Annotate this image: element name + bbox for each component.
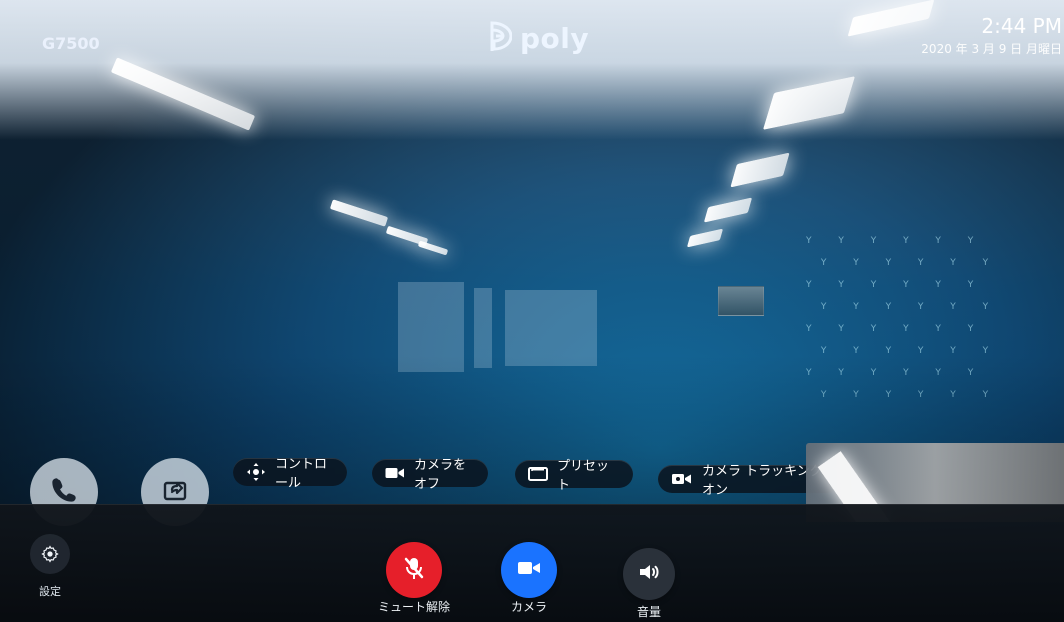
unmute-button[interactable] (386, 542, 442, 598)
brand-name: poly (520, 21, 590, 55)
video-camera-icon (516, 559, 542, 581)
camera-button[interactable] (501, 542, 557, 598)
unmute-label: ミュート解除 (377, 600, 450, 614)
volume-button[interactable] (623, 548, 675, 600)
camera-icon (384, 465, 406, 481)
poly-logo-icon (482, 20, 513, 56)
camera-off-label: カメラをオフ (414, 458, 467, 492)
control-chip[interactable]: コントロール (233, 457, 347, 491)
background-wall (474, 288, 492, 368)
volume-label: 音量 (636, 605, 661, 619)
settings-label: 設定 (39, 585, 61, 598)
preset-chip[interactable]: プリセット (515, 459, 633, 493)
volume-icon (637, 562, 661, 586)
gear-icon (30, 534, 70, 574)
poly-logo: poly (482, 20, 589, 56)
preset-icon (527, 466, 549, 482)
camera-label: カメラ (510, 600, 547, 614)
device-name: G7500 (42, 34, 100, 53)
preset-label: プリセット (557, 459, 610, 493)
camera-off-chip[interactable]: カメラをオフ (372, 458, 488, 492)
clock-date: 2020 年 3 月 9 日 月曜日 (921, 42, 1062, 56)
camera-tracking-icon (670, 471, 694, 487)
background-display (718, 286, 764, 316)
room-system-screen: Y Y Y Y Y Y Y Y Y Y Y Y Y Y Y Y Y Y Y Y … (0, 0, 1064, 622)
clock-time: 2:44 PM (981, 14, 1062, 38)
settings-button[interactable]: 設定 (28, 534, 72, 599)
move-control-icon (245, 461, 267, 483)
control-label: コントロール (275, 457, 328, 491)
background-wall (505, 290, 597, 366)
background-wall (398, 282, 464, 372)
mic-muted-icon (403, 555, 425, 585)
